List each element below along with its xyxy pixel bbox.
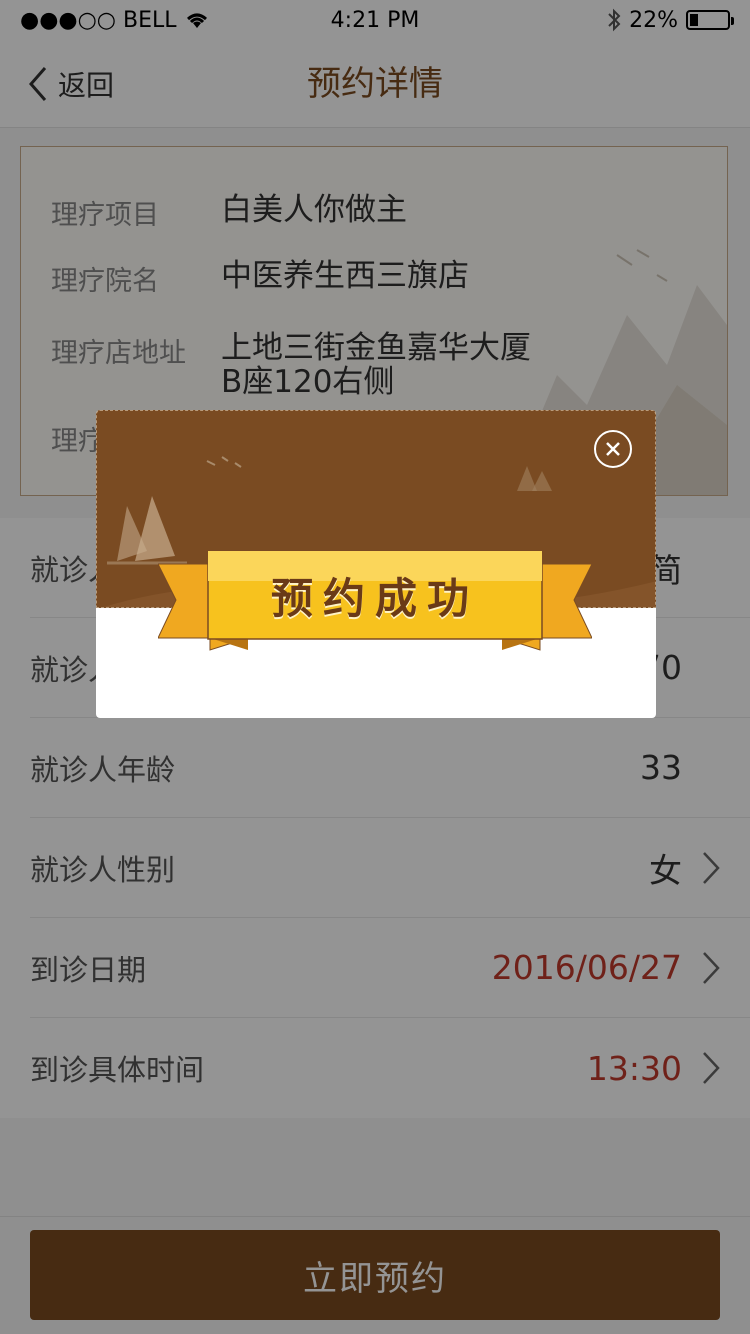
close-modal-button[interactable] [594,430,632,468]
success-title: 预约成功 [270,573,479,623]
success-modal: 预约成功 [96,410,656,718]
close-icon [606,442,620,456]
